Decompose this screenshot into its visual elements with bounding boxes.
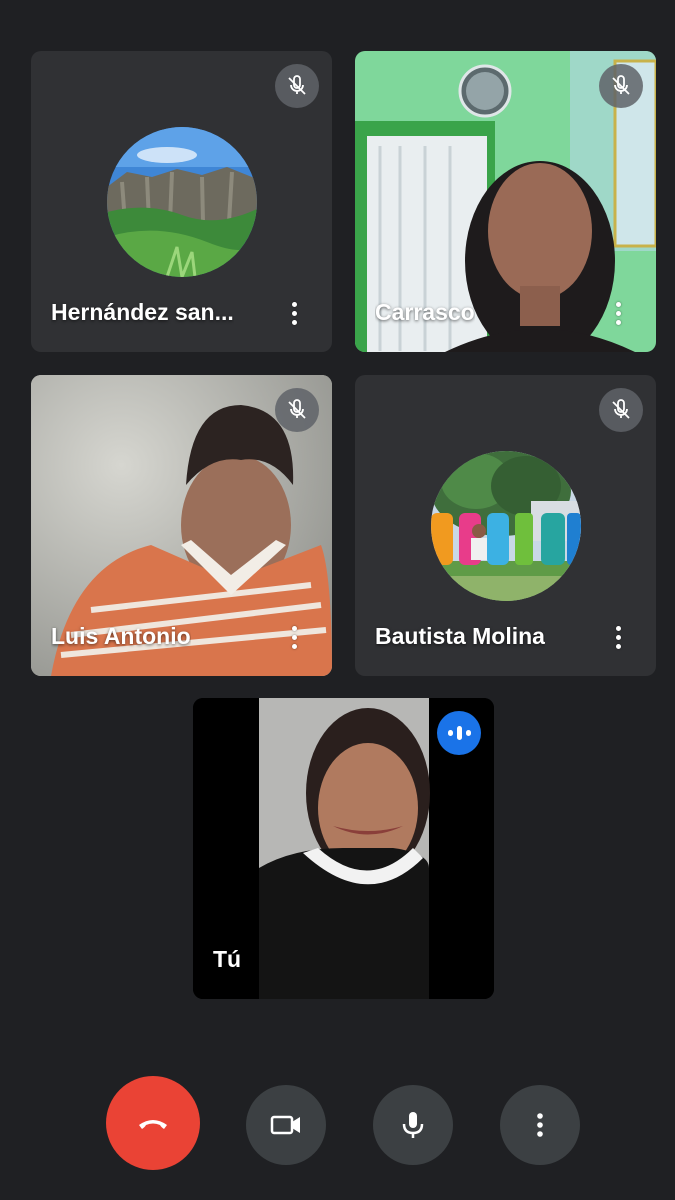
camera-toggle-button[interactable] (246, 1085, 326, 1165)
muted-indicator (599, 64, 643, 108)
participant-options-button[interactable] (606, 298, 630, 328)
muted-indicator (275, 388, 319, 432)
participant-avatar (431, 451, 581, 601)
participant-name: Tú (213, 946, 242, 972)
mic-off-icon (288, 399, 306, 419)
more-vert-icon (537, 1113, 543, 1137)
microphone-icon (402, 1112, 424, 1138)
participant-tile-4[interactable]: Bautista Molina (355, 375, 656, 676)
mic-off-icon (288, 75, 306, 95)
mic-off-icon (612, 75, 630, 95)
microphone-toggle-button[interactable] (373, 1085, 453, 1165)
end-call-button[interactable] (106, 1076, 200, 1170)
mic-off-icon (612, 399, 630, 419)
muted-indicator (599, 388, 643, 432)
more-options-button[interactable] (500, 1085, 580, 1165)
self-view-tile[interactable]: Tú (193, 698, 494, 999)
participant-tile-2[interactable]: Carrasco (355, 51, 656, 352)
participant-name: Bautista Molina (375, 623, 545, 649)
participant-avatar (107, 127, 257, 277)
speaking-indicator (437, 711, 481, 755)
muted-indicator (275, 64, 319, 108)
participant-options-button[interactable] (282, 298, 306, 328)
participant-name: Luis Antonio (51, 623, 191, 649)
phone-hangup-icon (139, 1120, 167, 1129)
participant-options-button[interactable] (606, 622, 630, 652)
participant-tile-3[interactable]: Luis Antonio (31, 375, 332, 676)
video-camera-icon (270, 1115, 300, 1135)
participant-name: Carrasco (375, 299, 475, 325)
call-controls-bar (0, 1076, 675, 1170)
participant-tile-1[interactable]: Hernández san... (31, 51, 332, 352)
participant-options-button[interactable] (282, 622, 306, 652)
participant-name: Hernández san... (51, 299, 234, 325)
